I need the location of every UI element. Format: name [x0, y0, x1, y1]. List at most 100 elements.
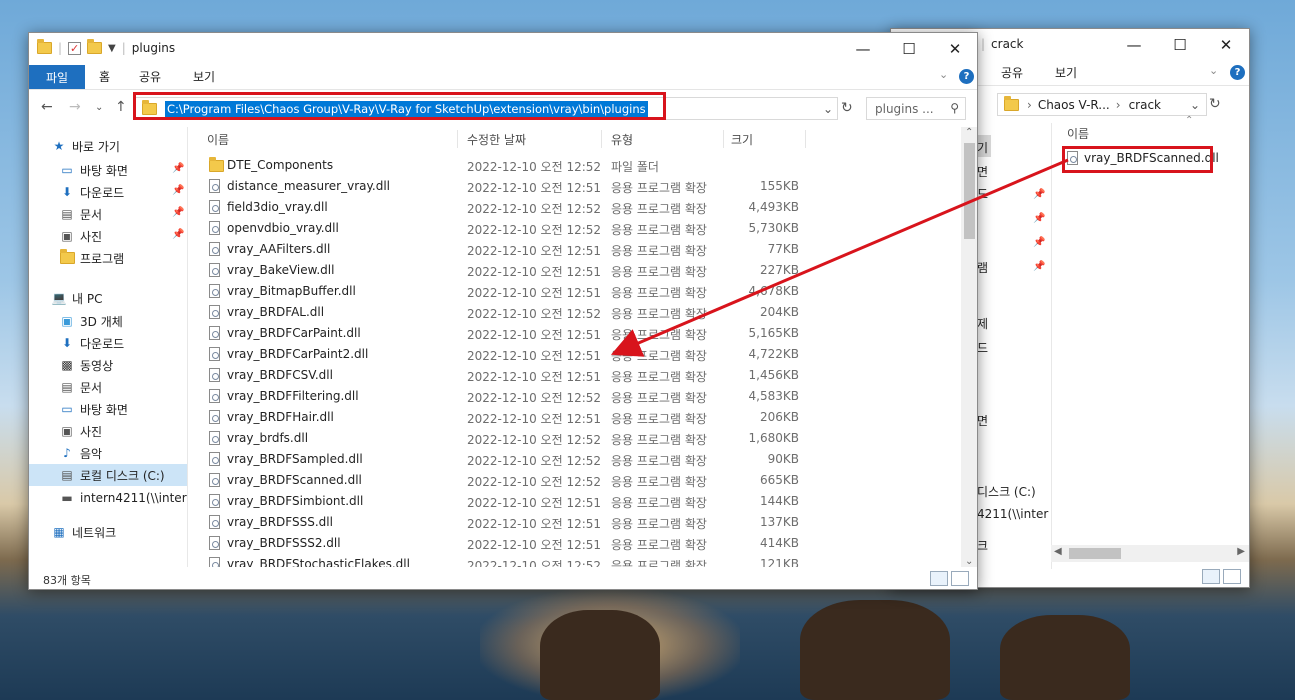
minimize-button[interactable]: — [840, 33, 886, 64]
nav-item[interactable]: ⬇ 다운로드 [29, 181, 187, 203]
nav-item[interactable]: 프로그램 [29, 247, 187, 269]
nav-item[interactable]: ▩ 동영상 [29, 354, 187, 376]
details-view-icon[interactable] [1202, 569, 1220, 584]
tab-view[interactable]: 보기 [1055, 64, 1077, 81]
nav-partial-text[interactable]: 면 [977, 163, 988, 180]
tab-home[interactable]: 홈 [99, 68, 110, 85]
vertical-scrollbar[interactable]: ⌃ ⌄ [961, 127, 977, 567]
nav-partial-text[interactable]: 크 [977, 537, 988, 554]
table-row[interactable]: distance_measurer_vray.dll 2022-12-10 오전 … [189, 176, 959, 197]
large-icons-view-icon[interactable] [951, 571, 969, 586]
table-row[interactable]: vray_BRDFAL.dll 2022-12-10 오전 12:52 응용 프로그… [189, 302, 959, 323]
horizontal-scrollbar[interactable]: ◀ ▶ [1051, 545, 1249, 562]
properties-icon[interactable]: ✓ [68, 41, 82, 55]
maximize-button[interactable]: ☐ [886, 33, 932, 64]
table-row[interactable]: vray_BRDFCarPaint.dll 2022-12-10 오전 12:51… [189, 323, 959, 344]
table-row[interactable]: vray_BRDFSampled.dll 2022-12-10 오전 12:52 응… [189, 449, 959, 470]
nav-item[interactable]: ▬ intern4211(\\inter [29, 487, 187, 509]
title-bar[interactable]: | ✓ ▼ | plugins — ☐ ✕ [29, 33, 977, 64]
nav-partial-text[interactable]: 4211(\\inter [977, 507, 1048, 521]
large-icons-view-icon[interactable] [1223, 569, 1241, 584]
tab-view[interactable]: 보기 [193, 68, 215, 85]
refresh-icon[interactable]: ↻ [1209, 96, 1221, 112]
search-input[interactable]: plugins ... ⚲ [866, 97, 966, 120]
nav-partial-text[interactable]: 면 [977, 412, 988, 429]
forward-arrow-icon[interactable]: → [69, 99, 81, 115]
table-row[interactable]: vray_BRDFSSS2.dll 2022-12-10 오전 12:51 응용 프… [189, 533, 959, 554]
breadcrumb-item[interactable]: crack [1129, 98, 1161, 112]
tab-share[interactable]: 공유 [1001, 64, 1023, 81]
minimize-button[interactable]: — [1111, 29, 1157, 60]
nav-item[interactable]: ▦ 네트워크 [29, 521, 187, 543]
scroll-down-icon[interactable]: ⌄ [965, 556, 973, 567]
breadcrumb-item[interactable]: Chaos V-R... [1038, 98, 1110, 112]
maximize-button[interactable]: ☐ [1157, 29, 1203, 60]
nav-item[interactable]: ▤ 로컬 디스크 (C:) [29, 464, 187, 486]
column-header-name[interactable]: 이름 [207, 127, 229, 151]
chevron-down-icon[interactable]: ⌄ [939, 68, 948, 81]
table-row[interactable]: vray_BRDFCSV.dll 2022-12-10 오전 12:51 응용 프로… [189, 365, 959, 386]
chevron-down-icon[interactable]: ⌄ [823, 102, 833, 116]
table-row[interactable]: vray_BRDFScanned.dll 2022-12-10 오전 12:52 응… [189, 470, 959, 491]
table-row[interactable]: DTE_Components 2022-12-10 오전 12:52 파일 폴더 [189, 155, 959, 176]
close-button[interactable]: ✕ [932, 33, 977, 64]
table-row[interactable]: vray_BRDFSSS.dll 2022-12-10 오전 12:51 응용 프로… [189, 512, 959, 533]
table-row[interactable]: vray_BRDFFiltering.dll 2022-12-10 오전 12:5… [189, 386, 959, 407]
tab-share[interactable]: 공유 [139, 68, 161, 85]
tab-file[interactable]: 파일 [29, 65, 85, 89]
column-header-date[interactable]: 수정한 날짜 [467, 127, 526, 151]
scroll-left-icon[interactable]: ◀ [1054, 546, 1062, 557]
chevron-down-icon[interactable]: ⌄ [1209, 64, 1218, 77]
nav-item[interactable]: ▣ 사진 [29, 420, 187, 442]
scroll-right-icon[interactable]: ▶ [1237, 546, 1245, 557]
refresh-icon[interactable]: ↻ [841, 100, 853, 116]
column-header-name[interactable]: 이름 [1067, 125, 1089, 142]
search-icon[interactable]: ⚲ [950, 101, 959, 115]
nav-partial-text[interactable]: 드 [977, 339, 988, 356]
table-row[interactable]: vray_BRDFStochasticFlakes.dll 2022-12-10 … [189, 554, 959, 567]
nav-item[interactable]: ▭ 바탕 화면 [29, 398, 187, 420]
recent-locations-icon[interactable]: ⌄ [95, 102, 103, 113]
nav-item[interactable]: ▣ 3D 개체 [29, 310, 187, 332]
column-header-type[interactable]: 유형 [611, 127, 633, 151]
nav-partial-text[interactable]: 디스크 (C:) [977, 483, 1036, 500]
up-arrow-icon[interactable]: ↑ [115, 99, 127, 115]
customize-toolbar-icon[interactable]: ▼ [108, 43, 116, 54]
nav-item[interactable]: 💻 내 PC [29, 287, 187, 309]
nav-partial-text[interactable]: 램 [977, 259, 988, 276]
scroll-thumb[interactable] [964, 143, 975, 239]
table-row[interactable]: vray_BRDFSimbiont.dll 2022-12-10 오전 12:51… [189, 491, 959, 512]
nav-partial-text[interactable]: 제 [977, 315, 988, 332]
chevron-right-icon[interactable]: › [1027, 98, 1032, 112]
table-row[interactable]: vray_BitmapBuffer.dll 2022-12-10 오전 12:51… [189, 281, 959, 302]
scroll-thumb[interactable] [1069, 548, 1121, 559]
table-row[interactable]: vray_brdfs.dll 2022-12-10 오전 12:52 응용 프로그램… [189, 428, 959, 449]
nav-item[interactable]: ★ 바로 가기 [29, 135, 187, 157]
help-icon[interactable]: ? [959, 69, 974, 84]
table-row[interactable]: vray_BakeView.dll 2022-12-10 오전 12:51 응용 프… [189, 260, 959, 281]
scroll-up-icon[interactable]: ⌃ [965, 127, 973, 138]
new-folder-icon[interactable] [87, 39, 103, 54]
table-row[interactable]: openvdbio_vray.dll 2022-12-10 오전 12:52 응용 … [189, 218, 959, 239]
table-row[interactable]: vray_AAFilters.dll 2022-12-10 오전 12:51 응용 … [189, 239, 959, 260]
table-row[interactable]: vray_BRDFCarPaint2.dll 2022-12-10 오전 12:5… [189, 344, 959, 365]
column-header-size[interactable]: 크기 [731, 127, 753, 151]
nav-item[interactable]: ♪ 음악 [29, 442, 187, 464]
nav-item[interactable]: ⬇ 다운로드 [29, 332, 187, 354]
help-icon[interactable]: ? [1230, 65, 1245, 80]
details-view-icon[interactable] [930, 571, 948, 586]
nav-item[interactable]: ▭ 바탕 화면 [29, 159, 187, 181]
chevron-down-icon[interactable]: ⌄ [1190, 98, 1200, 112]
nav-item[interactable]: ▤ 문서 [29, 203, 187, 225]
table-row[interactable]: field3dio_vray.dll 2022-12-10 오전 12:52 응용 … [189, 197, 959, 218]
nav-item[interactable]: ▤ 문서 [29, 376, 187, 398]
close-button[interactable]: ✕ [1203, 29, 1249, 60]
breadcrumb[interactable]: › Chaos V-R... › crack ⌄ [997, 93, 1207, 116]
chevron-right-icon[interactable]: › [1116, 98, 1121, 112]
folder-icon[interactable] [37, 39, 52, 54]
back-arrow-icon[interactable]: ← [41, 99, 53, 115]
nav-partial-text[interactable]: 기 [977, 139, 988, 156]
nav-item[interactable]: ▣ 사진 [29, 225, 187, 247]
nav-partial-text[interactable]: 드 [977, 185, 988, 202]
table-row[interactable]: vray_BRDFHair.dll 2022-12-10 오전 12:51 응용 프… [189, 407, 959, 428]
